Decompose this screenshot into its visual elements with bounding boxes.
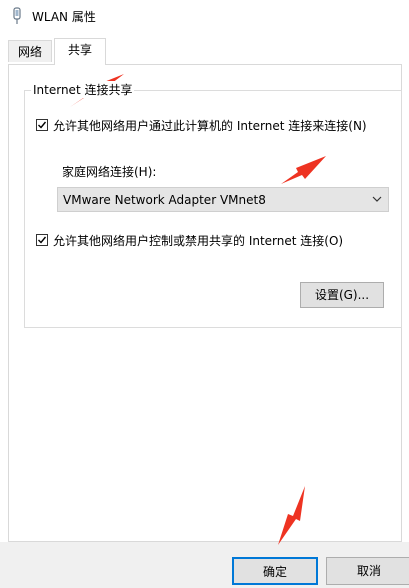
home-network-value: VMware Network Adapter VMnet8 xyxy=(63,193,266,207)
checkmark-icon xyxy=(38,236,47,244)
checkmark-icon xyxy=(38,121,47,129)
home-network-label: 家庭网络连接(H): xyxy=(62,165,157,179)
network-adapter-icon xyxy=(13,7,21,24)
title-bar: WLAN 属性 xyxy=(0,0,409,32)
ok-button[interactable]: 确定 xyxy=(232,557,318,585)
home-network-select[interactable]: VMware Network Adapter VMnet8 xyxy=(57,187,389,212)
allow-control-checkbox[interactable] xyxy=(36,234,48,246)
chevron-down-icon xyxy=(372,196,382,202)
allow-connect-label[interactable]: 允许其他网络用户通过此计算机的 Internet 连接来连接(N) xyxy=(53,117,367,134)
allow-connect-checkbox[interactable] xyxy=(36,119,48,131)
tab-network[interactable]: 网络 xyxy=(8,40,52,62)
tab-sharing[interactable]: 共享 xyxy=(54,38,106,65)
ics-group-title: Internet 连接共享 xyxy=(31,81,135,98)
cancel-button[interactable]: 取消 xyxy=(326,557,409,585)
window-title: WLAN 属性 xyxy=(32,10,96,24)
allow-control-label[interactable]: 允许其他网络用户控制或禁用共享的 Internet 连接(O) xyxy=(53,232,343,249)
settings-button[interactable]: 设置(G)... xyxy=(300,282,384,308)
